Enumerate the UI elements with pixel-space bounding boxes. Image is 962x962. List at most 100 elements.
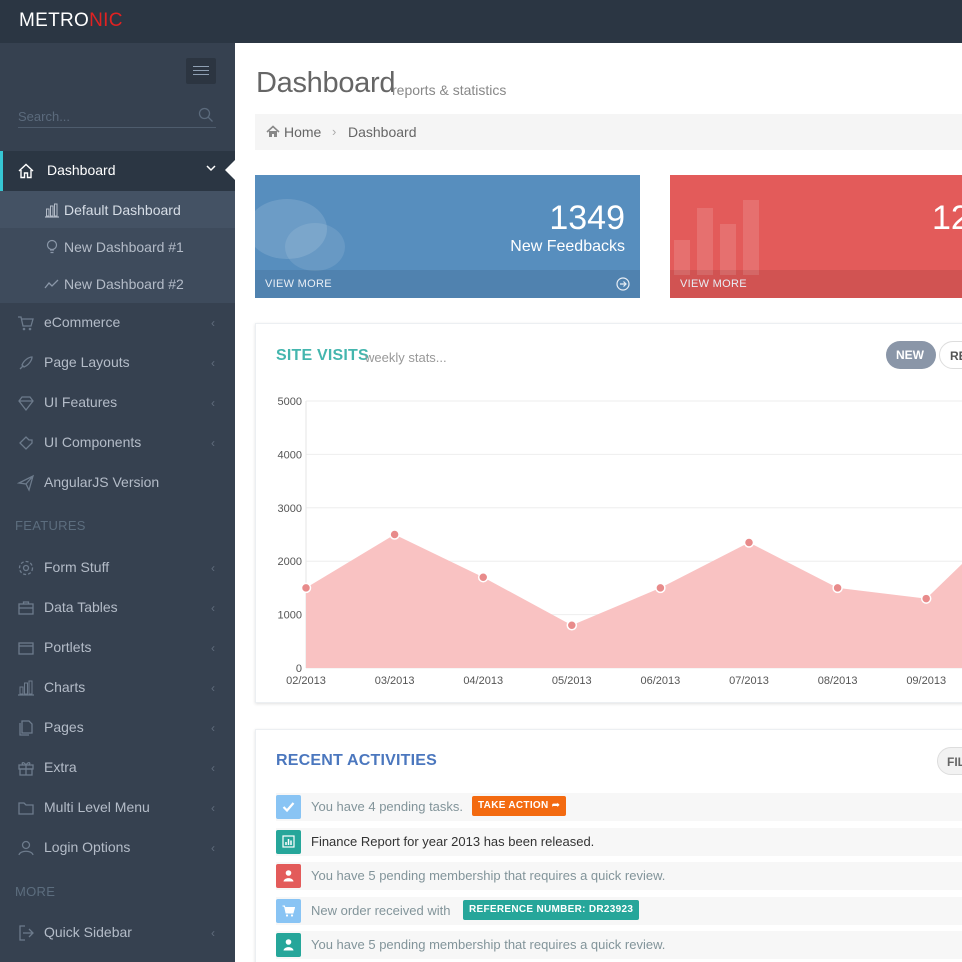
chevron-left-icon: ‹ bbox=[211, 641, 215, 655]
sidebar-item-ecommerce[interactable]: eCommerce ‹ bbox=[0, 303, 235, 343]
bar-chart-icon bbox=[674, 200, 759, 275]
sidebar-subitem-new-dashboard-1[interactable]: New Dashboard #1 bbox=[0, 228, 235, 265]
take-action-button[interactable]: TAKE ACTION ➦ bbox=[472, 796, 567, 816]
new-visits-button[interactable]: NEW bbox=[886, 341, 936, 369]
view-more-link[interactable]: VIEW MORE bbox=[255, 270, 640, 298]
comments-icon bbox=[255, 199, 345, 271]
sidebar-item-login-options[interactable]: Login Options ‹ bbox=[0, 828, 235, 868]
recent-activities-title: RECENT ACTIVITIES bbox=[276, 752, 438, 769]
sidebar-item-extra[interactable]: Extra ‹ bbox=[0, 748, 235, 788]
present-icon bbox=[17, 759, 35, 777]
paper-plane-icon bbox=[16, 474, 35, 492]
subitem-label: New Dashboard #2 bbox=[64, 276, 184, 292]
briefcase-icon bbox=[17, 599, 35, 617]
site-visits-subtitle: weekly stats... bbox=[365, 350, 447, 365]
view-more-link[interactable]: VIEW MORE bbox=[670, 270, 962, 298]
sidebar-item-dashboard[interactable]: Dashboard bbox=[0, 151, 235, 191]
activity-item: Finance Report for year 2013 has been re… bbox=[276, 828, 962, 856]
activity-text: You have 5 pending membership that requi… bbox=[311, 868, 666, 883]
sidebar-item-quick-sidebar[interactable]: Quick Sidebar ‹ bbox=[0, 913, 235, 953]
x-tick-label: 07/2013 bbox=[729, 675, 769, 687]
diamond-icon bbox=[17, 394, 35, 412]
search-icon[interactable] bbox=[198, 107, 214, 128]
chevron-left-icon: ‹ bbox=[211, 801, 215, 815]
sidebar-item-charts[interactable]: Charts ‹ bbox=[0, 668, 235, 708]
x-tick-label: 03/2013 bbox=[375, 675, 415, 687]
x-tick-label: 02/2013 bbox=[286, 675, 326, 687]
docs-icon bbox=[17, 719, 35, 737]
reference-number-badge[interactable]: REFERENCE NUMBER: DR23923 bbox=[463, 900, 640, 920]
check-icon bbox=[276, 795, 301, 819]
page-title: Dashboard bbox=[256, 67, 396, 99]
puzzle-icon bbox=[17, 434, 35, 452]
rocket-icon bbox=[17, 354, 35, 372]
sidebar-item-label: AngularJS Version bbox=[44, 474, 160, 490]
sidebar-search[interactable]: Search... bbox=[18, 107, 216, 128]
sidebar-item-multi-level-menu[interactable]: Multi Level Menu ‹ bbox=[0, 788, 235, 828]
search-input[interactable]: Search... bbox=[18, 109, 70, 124]
sidebar-item-label: Form Stuff bbox=[44, 559, 110, 575]
data-point bbox=[743, 537, 755, 548]
data-point bbox=[389, 529, 400, 540]
chevron-left-icon: ‹ bbox=[211, 721, 215, 735]
sidebar-item-ui-components[interactable]: UI Components ‹ bbox=[0, 423, 235, 463]
chevron-right-icon: › bbox=[332, 124, 337, 139]
data-point bbox=[300, 582, 312, 594]
logo-accent: NIC bbox=[89, 10, 123, 31]
bulb-icon bbox=[44, 239, 60, 255]
bar-chart-icon bbox=[17, 679, 35, 697]
filter-button[interactable]: FIL bbox=[937, 747, 962, 775]
activity-text: New order received with bbox=[311, 903, 451, 918]
activity-item: You have 4 pending tasks. TAKE ACTION ➦ bbox=[276, 793, 962, 821]
dashboard-submenu: Default Dashboard New Dashboard #1 New D… bbox=[0, 191, 235, 303]
settings-icon bbox=[17, 559, 35, 577]
bar-chart-icon bbox=[44, 202, 60, 218]
returning-visits-button[interactable]: RE bbox=[939, 341, 962, 369]
main-content: Dashboard reports & statistics Home › Da… bbox=[235, 43, 962, 962]
sidebar-subitem-new-dashboard-2[interactable]: New Dashboard #2 bbox=[0, 265, 235, 302]
data-point bbox=[920, 593, 932, 604]
sidebar-item-label: Charts bbox=[44, 679, 86, 695]
stat-label: New Feedbacks bbox=[510, 238, 625, 255]
chevron-left-icon: ‹ bbox=[211, 561, 215, 575]
y-tick-label: 2000 bbox=[278, 556, 302, 568]
sidebar-toggler-button[interactable] bbox=[186, 58, 216, 84]
data-point bbox=[566, 620, 578, 631]
activity-item: You have 5 pending membership that requi… bbox=[276, 931, 962, 959]
recent-activities-portlet: RECENT ACTIVITIES FIL You have 4 pending… bbox=[255, 729, 962, 962]
logo[interactable]: METRONIC bbox=[19, 10, 123, 32]
user-icon bbox=[17, 839, 35, 857]
logo-prefix: METRO bbox=[19, 10, 90, 31]
folder-icon bbox=[17, 799, 35, 817]
sidebar-item-form-stuff[interactable]: Form Stuff ‹ bbox=[0, 548, 235, 588]
heading-more: MORE bbox=[15, 884, 56, 899]
chevron-left-icon: ‹ bbox=[211, 356, 215, 370]
x-tick-label: 04/2013 bbox=[463, 675, 503, 687]
site-visits-chart: 0 1000 2000 3000 4000 5000 02/2013 03/2013 04/20… bbox=[278, 396, 962, 687]
activity-text: You have 4 pending tasks. bbox=[311, 799, 464, 814]
top-bar: METRONIC bbox=[0, 0, 962, 43]
sidebar-item-label: Dashboard bbox=[47, 162, 116, 178]
sidebar-item-label: Data Tables bbox=[44, 599, 118, 615]
sidebar-item-pages[interactable]: Pages ‹ bbox=[0, 708, 235, 748]
breadcrumb-home-link[interactable]: Home bbox=[284, 124, 321, 140]
sidebar-item-page-layouts[interactable]: Page Layouts ‹ bbox=[0, 343, 235, 383]
y-tick-label: 3000 bbox=[278, 503, 302, 515]
share-icon: ➦ bbox=[551, 800, 561, 811]
x-tick-label: 05/2013 bbox=[552, 675, 592, 687]
sidebar-item-ui-features[interactable]: UI Features ‹ bbox=[0, 383, 235, 423]
arrow-circle-right-icon bbox=[616, 277, 630, 296]
sidebar-item-portlets[interactable]: Portlets ‹ bbox=[0, 628, 235, 668]
data-point bbox=[655, 582, 666, 594]
chevron-left-icon: ‹ bbox=[211, 436, 215, 450]
x-tick-label: 09/2013 bbox=[906, 675, 946, 687]
sidebar-item-label: Multi Level Menu bbox=[44, 799, 150, 815]
activity-item: New order received with REFERENCE NUMBER… bbox=[276, 897, 962, 925]
sidebar-item-label: Quick Sidebar bbox=[44, 924, 132, 940]
sidebar-item-data-tables[interactable]: Data Tables ‹ bbox=[0, 588, 235, 628]
sidebar-item-angularjs[interactable]: AngularJS Version bbox=[0, 463, 235, 503]
active-caret bbox=[225, 160, 235, 180]
sidebar-subitem-default-dashboard[interactable]: Default Dashboard bbox=[0, 191, 235, 228]
subitem-label: Default Dashboard bbox=[64, 202, 181, 218]
data-point bbox=[832, 582, 843, 594]
